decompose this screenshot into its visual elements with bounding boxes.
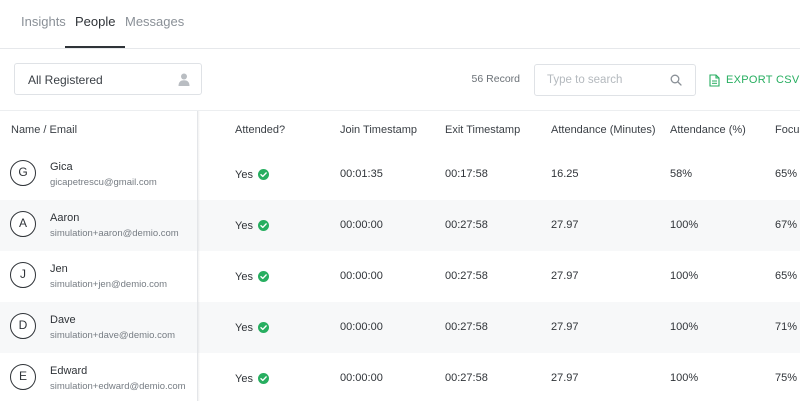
check-circle-icon [257, 271, 269, 282]
join-timestamp-cell: 00:00:00 [340, 321, 383, 333]
sticky-column-shadow [198, 111, 200, 401]
table-row[interactable]: A Aaron simulation+aaron@demio.com Yes 00:00… [0, 200, 800, 251]
filter-value: All Registered [28, 73, 103, 87]
attended-text: Yes [235, 372, 253, 385]
export-csv-button[interactable]: EXPORT CSV [709, 72, 800, 88]
focus-cell: 65% [775, 270, 798, 282]
search-input[interactable] [547, 71, 657, 89]
search-icon[interactable] [670, 74, 682, 86]
focus-cell: 71% [775, 321, 798, 333]
check-circle-icon [257, 322, 269, 333]
exit-timestamp-cell: 00:17:58 [445, 168, 488, 180]
attendee-name: Edward [50, 365, 88, 377]
column-header-join[interactable]: Join Timestamp [340, 111, 417, 149]
attendee-email: simulation+jen@demio.com [50, 279, 168, 290]
avatar: J [10, 262, 36, 288]
column-header-attended[interactable]: Attended? [235, 111, 285, 149]
attended-cell: Yes [235, 251, 269, 302]
exit-timestamp-cell: 00:27:58 [445, 321, 488, 333]
avatar: G [10, 160, 36, 186]
column-header-name[interactable]: Name / Email [11, 111, 77, 149]
attended-text: Yes [235, 219, 253, 232]
table-header: Name / Email Attended? Join Timestamp Ex… [0, 111, 800, 149]
attended-cell: Yes [235, 149, 269, 200]
attended-cell: Yes [235, 200, 269, 251]
attendee-name: Dave [50, 314, 76, 326]
record-count: 56 Record [471, 73, 520, 85]
attended-cell: Yes [235, 302, 269, 353]
exit-timestamp-cell: 00:27:58 [445, 219, 488, 231]
tab-people[interactable]: People [64, 0, 127, 48]
attendance-minutes-cell: 27.97 [551, 270, 579, 282]
attendees-table: Name / Email Attended? Join Timestamp Ex… [0, 110, 800, 401]
join-timestamp-cell: 00:01:35 [340, 168, 383, 180]
attendance-percent-cell: 100% [670, 372, 699, 384]
tab-messages[interactable]: Messages [125, 0, 184, 48]
attended-text: Yes [235, 321, 253, 334]
attendance-minutes-cell: 27.97 [551, 321, 579, 333]
check-circle-icon [257, 373, 269, 384]
join-timestamp-cell: 00:00:00 [340, 219, 383, 231]
attendance-minutes-cell: 27.97 [551, 219, 579, 231]
attendee-name: Gica [50, 161, 73, 173]
focus-cell: 65% [775, 168, 798, 180]
check-circle-icon [257, 169, 269, 180]
join-timestamp-cell: 00:00:00 [340, 372, 383, 384]
attendee-email: simulation+aaron@demio.com [50, 228, 179, 239]
attendee-email: gicapetrescu@gmail.com [50, 177, 157, 188]
column-header-focus[interactable]: Focus [775, 111, 800, 149]
file-icon [709, 73, 720, 87]
attendance-minutes-cell: 16.25 [551, 168, 579, 180]
user-icon [178, 73, 190, 86]
attended-text: Yes [235, 168, 253, 181]
avatar: E [10, 364, 36, 390]
tab-insights[interactable]: Insights [21, 0, 66, 48]
attendee-name: Aaron [50, 212, 80, 224]
attendance-percent-cell: 58% [670, 168, 693, 180]
attended-text: Yes [235, 270, 253, 283]
check-circle-icon [257, 220, 269, 231]
attendee-name: Jen [50, 263, 68, 275]
focus-cell: 67% [775, 219, 798, 231]
attendee-email: simulation+edward@demio.com [50, 381, 186, 392]
attended-cell: Yes [235, 353, 269, 401]
search-box [534, 64, 696, 96]
join-timestamp-cell: 00:00:00 [340, 270, 383, 282]
column-header-minutes[interactable]: Attendance (Minutes) [551, 111, 656, 149]
attendance-percent-cell: 100% [670, 219, 699, 231]
table-row[interactable]: E Edward simulation+edward@demio.com Yes 00:… [0, 353, 800, 401]
attendance-percent-cell: 100% [670, 270, 699, 282]
avatar: D [10, 313, 36, 339]
table-row[interactable]: D Dave simulation+dave@demio.com Yes 00:00:0… [0, 302, 800, 353]
export-csv-label: EXPORT CSV [726, 74, 800, 86]
exit-timestamp-cell: 00:27:58 [445, 270, 488, 282]
attendance-minutes-cell: 27.97 [551, 372, 579, 384]
table-row[interactable]: J Jen simulation+jen@demio.com Yes 00:00:00 0… [0, 251, 800, 302]
table-row[interactable]: G Gica gicapetrescu@gmail.com Yes 00:01:35 00… [0, 149, 800, 200]
avatar: A [10, 211, 36, 237]
attendee-email: simulation+dave@demio.com [50, 330, 176, 341]
column-header-percent[interactable]: Attendance (%) [670, 111, 746, 149]
attendance-percent-cell: 100% [670, 321, 699, 333]
registrant-filter-select[interactable]: All Registered [14, 63, 202, 95]
exit-timestamp-cell: 00:27:58 [445, 372, 488, 384]
focus-cell: 75% [775, 372, 798, 384]
column-header-exit[interactable]: Exit Timestamp [445, 111, 520, 149]
tab-bar: Insights People Messages [0, 0, 800, 49]
